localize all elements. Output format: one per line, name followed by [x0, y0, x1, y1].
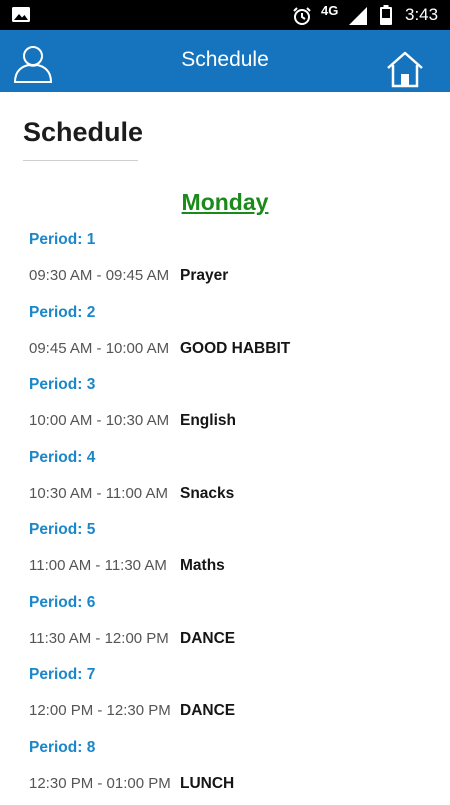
- period-time: 10:00 AM - 10:30 AM: [29, 412, 169, 429]
- period-time: 11:00 AM - 11:30 AM: [29, 557, 167, 574]
- period-label: Period: 6: [29, 594, 95, 612]
- schedule-entry: Period: 2 09:45 AM - 10:00 AM GOOD HABBI…: [29, 298, 439, 371]
- period-subject: DANCE: [180, 630, 235, 648]
- period-subject: English: [180, 412, 236, 430]
- period-subject: DANCE: [180, 702, 235, 720]
- schedule-entry: Period: 5 11:00 AM - 11:30 AM Maths: [29, 515, 439, 588]
- schedule-entry: Period: 8 12:30 PM - 01:00 PM LUNCH: [29, 733, 439, 805]
- schedule-entry: Period: 1 09:30 AM - 09:45 AM Prayer: [29, 225, 439, 298]
- period-time: 12:30 PM - 01:00 PM: [29, 775, 171, 792]
- period-label: Period: 1: [29, 231, 95, 249]
- period-label: Period: 8: [29, 739, 95, 757]
- home-icon: [386, 50, 424, 88]
- period-label: Period: 2: [29, 304, 95, 322]
- schedule-list: Period: 1 09:30 AM - 09:45 AM Prayer Per…: [29, 225, 439, 805]
- period-time: 09:45 AM - 10:00 AM: [29, 340, 169, 357]
- period-label: Period: 4: [29, 449, 95, 467]
- clock: 3:43: [405, 5, 438, 25]
- schedule-entry: Period: 4 10:30 AM - 11:00 AM Snacks: [29, 443, 439, 516]
- schedule-entry: Period: 6 11:30 AM - 12:00 PM DANCE: [29, 588, 439, 661]
- period-time: 09:30 AM - 09:45 AM: [29, 267, 169, 284]
- schedule-entry: Period: 7 12:00 PM - 12:30 PM DANCE: [29, 660, 439, 733]
- period-subject: GOOD HABBIT: [180, 340, 290, 358]
- period-label: Period: 5: [29, 521, 95, 539]
- app-bar-title: Schedule: [0, 48, 450, 72]
- period-subject: LUNCH: [180, 775, 234, 793]
- battery-icon: [380, 5, 392, 25]
- period-subject: Snacks: [180, 485, 234, 503]
- home-button[interactable]: [386, 50, 424, 88]
- network-type: 4G: [321, 3, 338, 18]
- signal-icon: [348, 6, 368, 26]
- period-time: 12:00 PM - 12:30 PM: [29, 702, 171, 719]
- period-subject: Maths: [180, 557, 225, 575]
- period-time: 11:30 AM - 12:00 PM: [29, 630, 169, 647]
- title-divider: [23, 160, 138, 161]
- period-time: 10:30 AM - 11:00 AM: [29, 485, 168, 502]
- page-title: Schedule: [23, 117, 143, 148]
- image-notification-icon: [12, 7, 30, 22]
- period-label: Period: 7: [29, 666, 95, 684]
- schedule-entry: Period: 3 10:00 AM - 10:30 AM English: [29, 370, 439, 443]
- day-heading: Monday: [0, 189, 450, 216]
- status-bar: 4G 3:43: [0, 0, 450, 30]
- app-bar: Schedule: [0, 30, 450, 92]
- period-label: Period: 3: [29, 376, 95, 394]
- period-subject: Prayer: [180, 267, 228, 285]
- alarm-icon: [292, 6, 312, 26]
